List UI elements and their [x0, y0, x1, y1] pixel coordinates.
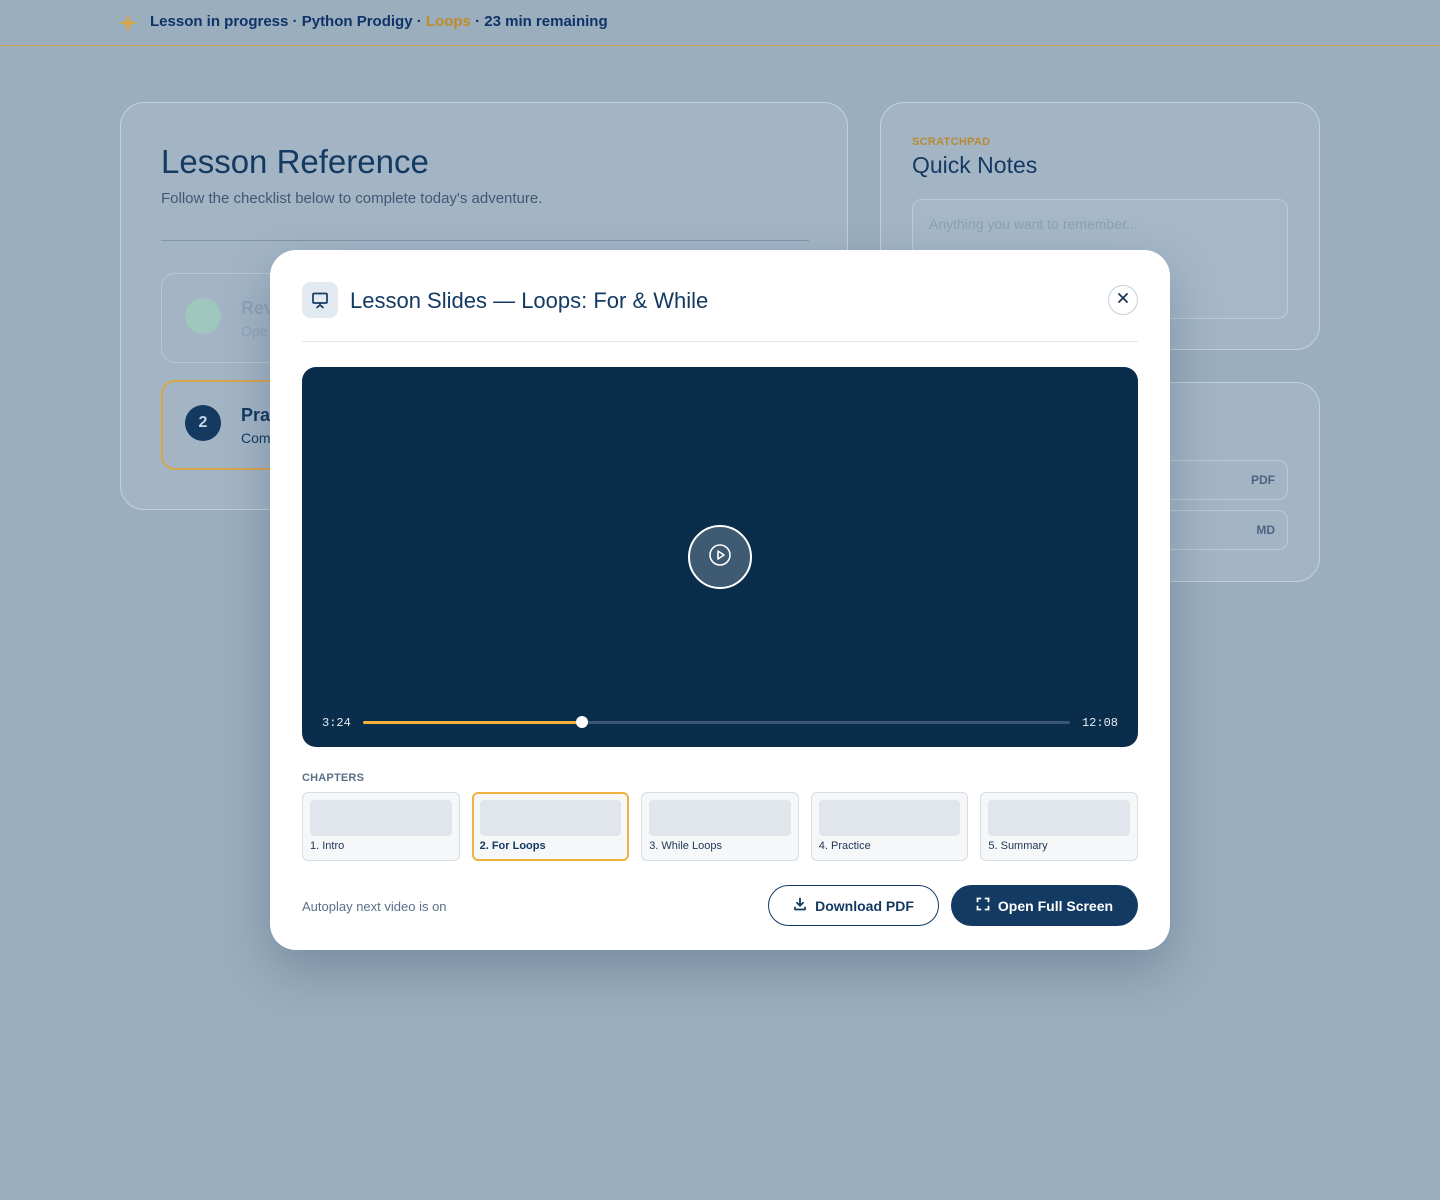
- progress-bar[interactable]: [363, 716, 1070, 728]
- time-remaining: 23 min remaining: [484, 13, 608, 30]
- progress-fill: [363, 721, 583, 724]
- topic-name: Loops: [425, 13, 471, 30]
- play-button[interactable]: [688, 525, 752, 589]
- open-full-screen-button[interactable]: Open Full Screen: [951, 885, 1138, 926]
- chapter-practice[interactable]: 4. Practice: [810, 792, 969, 861]
- close-icon: [1117, 291, 1129, 309]
- download-pdf-label: Download PDF: [815, 897, 914, 914]
- lesson-slides-modal: Lesson Slides — Loops: For & While 3:24 …: [270, 250, 1170, 950]
- separator: ·: [288, 13, 302, 30]
- video-player[interactable]: 3:24 12:08: [302, 367, 1138, 747]
- modal-title: Lesson Slides — Loops: For & While: [350, 288, 709, 313]
- lesson-reference-title: Lesson Reference: [161, 143, 429, 180]
- progress-thumb[interactable]: [576, 716, 589, 728]
- lesson-status-text: Lesson in progress · Python Prodigy · Lo…: [150, 13, 608, 30]
- total-time: 12:08: [1081, 716, 1118, 730]
- chapter-label: 2. For Loops: [479, 840, 546, 852]
- file-type-badge: MD: [1256, 523, 1275, 537]
- step-description: Com: [241, 430, 271, 446]
- step-number-badge: 2: [185, 405, 221, 441]
- fullscreen-icon: [976, 897, 990, 914]
- step-title: Pra: [241, 405, 271, 425]
- lesson-banner: Lesson in progress · Python Prodigy · Lo…: [0, 0, 1440, 46]
- chapter-label: 3. While Loops: [649, 840, 722, 852]
- separator: ·: [470, 13, 485, 30]
- lesson-status: Lesson in progress: [150, 13, 289, 30]
- chapters-list: 1. Intro 2. For Loops 3. While Loops 4. …: [302, 792, 1138, 861]
- current-time: 3:24: [322, 716, 351, 730]
- close-button[interactable]: [1108, 285, 1138, 315]
- download-icon: [793, 897, 807, 914]
- chapter-thumbnail: [649, 800, 791, 836]
- chapter-thumbnail: [479, 800, 622, 836]
- chapter-thumbnail: [818, 800, 961, 836]
- chapter-while-loops[interactable]: 3. While Loops: [641, 792, 799, 861]
- open-full-screen-label: Open Full Screen: [997, 897, 1114, 914]
- course-name: Python Prodigy: [301, 13, 413, 30]
- separator: ·: [412, 13, 426, 30]
- file-type-badge: PDF: [1251, 473, 1275, 487]
- divider: [302, 341, 1138, 342]
- download-pdf-button[interactable]: Download PDF: [768, 885, 939, 926]
- chapter-summary[interactable]: 5. Summary: [980, 792, 1138, 861]
- presentation-icon: [302, 282, 338, 318]
- chapter-for-loops[interactable]: 2. For Loops: [471, 792, 630, 861]
- chapter-label: 1. Intro: [310, 840, 345, 852]
- lesson-reference-subtitle: Follow the checklist below to complete t…: [161, 190, 543, 207]
- chapter-label: 4. Practice: [818, 840, 871, 852]
- chapter-label: 5. Summary: [988, 840, 1048, 852]
- chapter-intro[interactable]: 1. Intro: [302, 792, 460, 861]
- sparkle-icon: [118, 13, 138, 33]
- step-description: Ope: [241, 323, 268, 339]
- quick-notes-title: Quick Notes: [912, 152, 1038, 178]
- scratchpad-eyebrow: SCRATCHPAD: [912, 136, 991, 148]
- chapter-thumbnail: [310, 800, 452, 836]
- chapters-label: CHAPTERS: [302, 772, 365, 784]
- divider: [161, 240, 809, 241]
- chapter-thumbnail: [988, 800, 1130, 836]
- step-complete-indicator: [185, 298, 221, 334]
- play-icon: [708, 543, 732, 572]
- autoplay-status: Autoplay next video is on: [302, 899, 447, 914]
